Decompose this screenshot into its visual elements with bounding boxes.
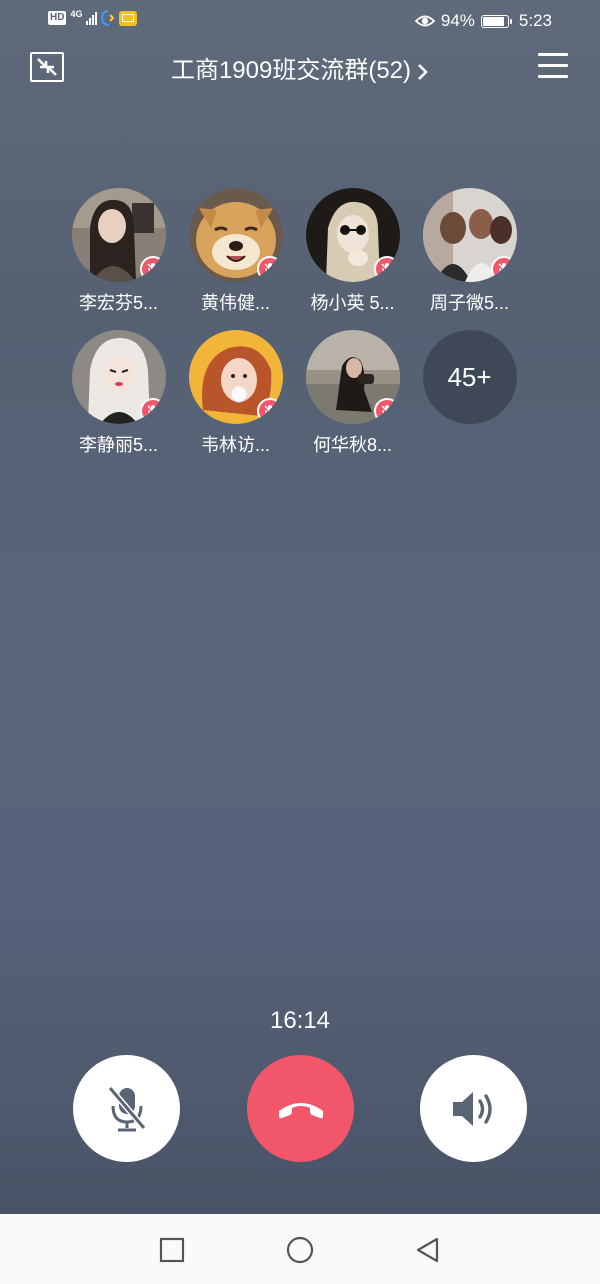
recent-apps-button[interactable] — [157, 1235, 187, 1265]
muted-mic-badge — [373, 256, 400, 282]
hang-up-icon — [278, 1102, 323, 1118]
status-right: 94% 5:23 — [414, 11, 552, 31]
back-button[interactable] — [412, 1235, 442, 1265]
muted-mic-badge — [256, 398, 283, 424]
participant-tile[interactable]: 杨小英 5... — [294, 188, 411, 314]
muted-mic-badge — [256, 256, 283, 282]
mic-off-icon — [147, 405, 158, 417]
participant-name: 李宏芬5... — [78, 293, 158, 313]
square-icon — [159, 1237, 185, 1263]
circle-icon — [286, 1236, 314, 1264]
hd-badge: HD — [48, 11, 67, 25]
eye-icon — [414, 15, 435, 27]
network-type: 4G — [70, 8, 83, 19]
menu-icon-line — [538, 53, 568, 56]
chevron-right-icon — [418, 63, 428, 80]
avatar — [422, 188, 517, 282]
muted-mic-badge — [139, 256, 166, 282]
participant-name: 周子微5... — [429, 293, 509, 313]
phone-app-icon — [101, 10, 115, 26]
triangle-back-icon — [416, 1237, 439, 1263]
participant-name: 何华秋8... — [312, 435, 392, 455]
mic-off-icon — [147, 263, 158, 275]
status-left: HD 4G — [48, 8, 138, 26]
system-navigation-bar — [0, 1214, 600, 1284]
participant-tile[interactable]: 黄伟健... — [177, 188, 294, 314]
muted-mic-badge — [139, 398, 166, 424]
battery-icon — [480, 14, 512, 28]
muted-mic-badge — [373, 398, 400, 424]
menu-button[interactable] — [538, 53, 568, 79]
avatar — [305, 188, 400, 282]
avatar — [71, 330, 166, 424]
avatar — [188, 330, 283, 424]
mute-microphone-button[interactable] — [73, 1055, 180, 1162]
status-bar: HD 4G 94% 5:23 — [0, 0, 600, 44]
signal-icon — [86, 11, 98, 25]
participant-tile[interactable]: 李宏芬5... — [60, 188, 177, 314]
hang-up-button[interactable] — [247, 1055, 354, 1162]
group-title-text: 工商1909班交流群(52) — [170, 57, 412, 84]
participants-grid: 李宏芬5... 黄伟健... 杨小英 5... 周子微5... 李静丽5... … — [60, 188, 536, 456]
speaker-button[interactable] — [420, 1055, 527, 1162]
mic-off-icon — [264, 263, 275, 275]
group-title[interactable]: 工商1909班交流群(52) — [0, 55, 600, 87]
participant-name: 李静丽5... — [78, 435, 158, 455]
participant-tile[interactable]: 李静丽5... — [60, 330, 177, 456]
menu-icon-line — [538, 75, 568, 78]
participant-name: 韦林访... — [200, 435, 270, 455]
participant-tile[interactable]: 何华秋8... — [294, 330, 411, 456]
mic-off-icon — [107, 1085, 146, 1131]
group-voice-call-screen: HD 4G 94% 5:23 工商1909班交流群(52) 李宏芬5... 黄伟… — [0, 0, 600, 1284]
home-button[interactable] — [285, 1235, 315, 1265]
more-participants[interactable]: 45+ — [411, 330, 528, 456]
mic-off-icon — [498, 263, 509, 275]
more-count: 45+ — [422, 330, 517, 424]
mic-off-icon — [381, 405, 392, 417]
participant-name: 杨小英 5... — [310, 293, 395, 313]
participant-tile[interactable]: 韦林访... — [177, 330, 294, 456]
participant-tile[interactable]: 周子微5... — [411, 188, 528, 314]
participant-name: 黄伟健... — [200, 293, 270, 313]
muted-mic-badge — [490, 256, 517, 282]
avatar — [188, 188, 283, 282]
mic-off-icon — [381, 263, 392, 275]
avatar — [305, 330, 400, 424]
menu-icon-line — [538, 64, 568, 67]
call-duration: 16:14 — [269, 1007, 331, 1034]
mic-off-icon — [264, 405, 275, 417]
speaker-icon — [452, 1091, 492, 1126]
battery-percent: 94% — [440, 11, 475, 30]
mail-app-icon — [119, 10, 138, 26]
clock: 5:23 — [518, 11, 552, 30]
avatar — [71, 188, 166, 282]
